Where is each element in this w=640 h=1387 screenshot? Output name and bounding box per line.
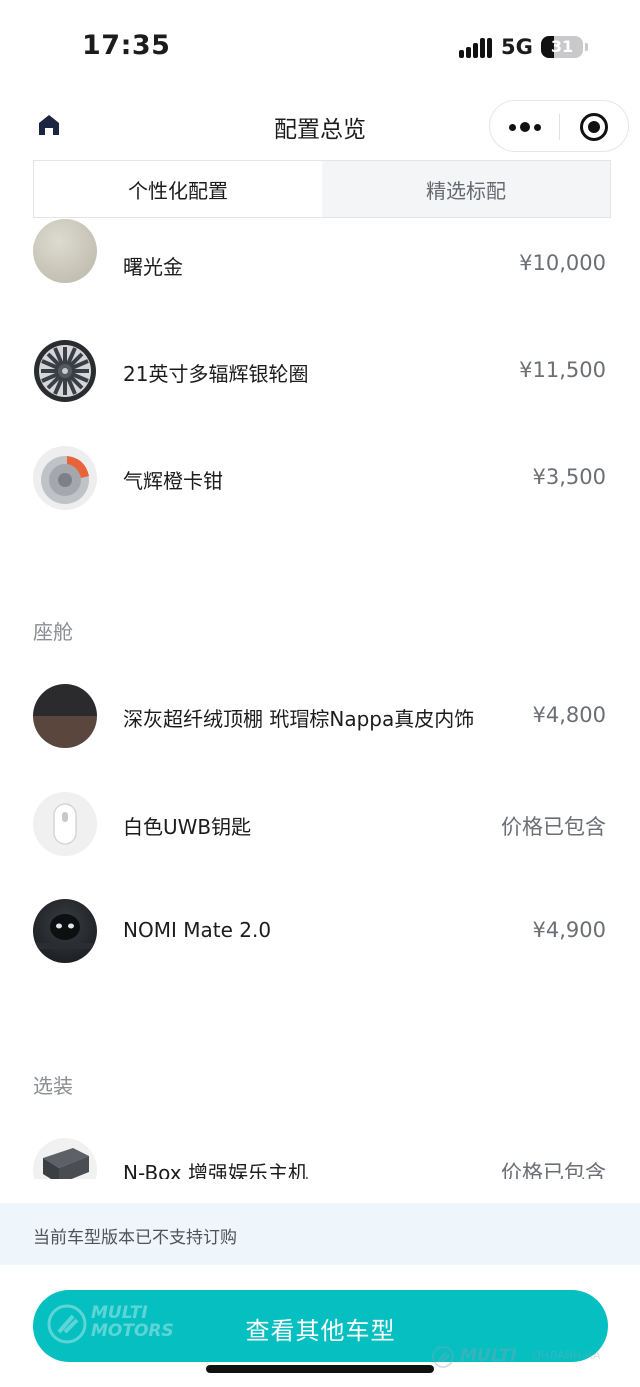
item-name: 深灰超纤绒顶棚 玳瑁棕Nappa真皮内饰 [123,707,475,731]
target-icon-dot [588,121,600,133]
close-mini-program-button[interactable] [578,111,610,143]
tab-personalized[interactable]: 个性化配置 [34,161,322,217]
watermark-text: MULTI [460,1346,517,1366]
wheel-icon [33,339,97,403]
battery-icon: 31 [541,36,583,58]
item-price: ¥10,000 [519,251,606,275]
item-price: ¥11,500 [519,358,606,382]
list-item[interactable]: 21英寸多辐辉银轮圈 ¥11,500 [0,336,640,406]
mini-program-capsule [489,100,629,152]
network-label: 5G [501,35,533,59]
config-tabs: 个性化配置 精选标配 [33,160,611,218]
home-indicator [206,1365,434,1373]
section-title-options: 选装 [33,1074,73,1098]
item-name: 21英寸多辐辉银轮圈 [123,362,309,386]
item-price: ¥3,500 [532,465,606,489]
battery-level: 31 [550,37,574,56]
list-item[interactable]: 白色UWB钥匙 价格已包含 [0,789,640,859]
list-item[interactable]: 气辉橙卡钳 ¥3,500 [0,443,640,513]
battery-tip [585,43,588,51]
unavailable-notice: 当前车型版本已不支持订购 [0,1203,640,1265]
watermark-logo: MULTI ОНЛАЙН-КА [432,1345,632,1369]
watermark-subtext: ОНЛАЙН-КА [532,1349,601,1362]
status-bar: 17:35 5G 31 [0,0,640,96]
item-name: NOMI Mate 2.0 [123,918,272,942]
notice-text: 当前车型版本已不支持订购 [33,1228,237,1248]
navbar: 配置总览 [0,96,640,154]
item-name: 气辉橙卡钳 [123,469,223,493]
item-name: 曙光金 [123,255,183,279]
list-item[interactable]: N-Box 增强娱乐主机 价格已包含 [0,1135,640,1179]
item-price: 价格已包含 [501,1161,606,1179]
status-time: 17:35 [82,30,171,61]
item-name: 白色UWB钥匙 [123,815,252,839]
more-dot [520,122,530,132]
config-list[interactable]: 曙光金 ¥10,000 21英寸多辐辉银轮圈 ¥11,500 气辉橙卡钳 ¥3,… [0,219,640,1179]
cta-label: 查看其他车型 [245,1317,396,1345]
item-price: ¥4,800 [532,703,606,727]
tab-standard[interactable]: 精选标配 [322,161,610,217]
item-price: ¥4,900 [532,918,606,942]
list-item[interactable]: 曙光金 ¥10,000 [0,219,640,299]
key-fob-icon [33,792,97,856]
signal-icon [459,38,492,58]
brake-caliper-icon [33,446,97,510]
item-price: 价格已包含 [501,815,606,839]
capsule-divider [559,114,560,140]
item-name: N-Box 增强娱乐主机 [123,1161,308,1179]
section-title-cabin: 座舱 [33,620,73,644]
paint-swatch-icon [33,219,97,283]
n-box-icon [33,1138,97,1179]
more-dot [534,124,541,131]
interior-swatch-icon [33,684,97,748]
more-dot [509,124,516,131]
nomi-robot-icon [33,899,97,963]
more-button[interactable] [504,111,546,143]
list-item[interactable]: 深灰超纤绒顶棚 玳瑁棕Nappa真皮内饰 ¥4,800 [0,681,640,751]
list-item[interactable]: NOMI Mate 2.0 ¥4,900 [0,896,640,966]
